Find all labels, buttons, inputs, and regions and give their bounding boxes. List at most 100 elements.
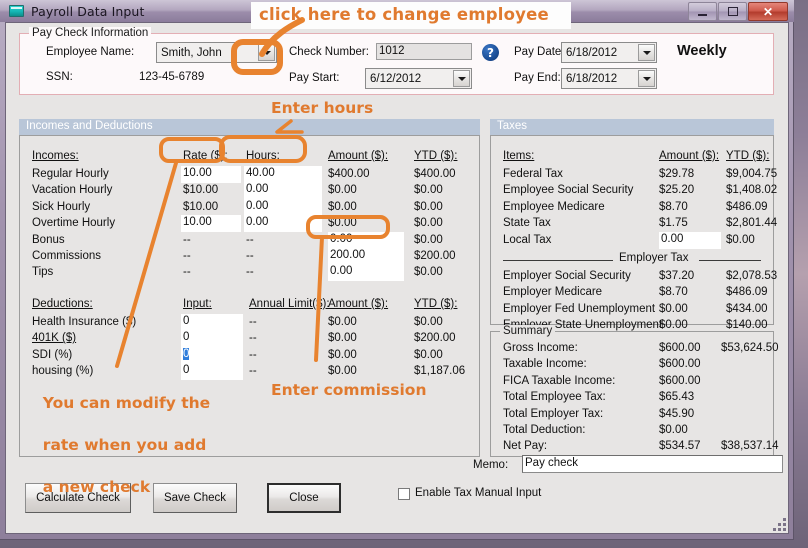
employee-tax-amount-value: $29.78: [659, 168, 694, 180]
deduction-ytd-value: $1,187.06: [414, 365, 465, 377]
incomes-column-header-2: Amount ($):: [328, 150, 388, 162]
check-number-input[interactable]: 1012: [376, 43, 472, 60]
pay-start-datepicker[interactable]: 6/12/2012: [365, 68, 472, 89]
incomes-column-header-0: Rate ($):: [183, 150, 228, 162]
employee-tax-ytd-value: $1,408.02: [726, 184, 777, 196]
summary-ytd-value: $38,537.14: [721, 440, 779, 452]
pay-start-label: Pay Start:: [289, 72, 340, 84]
income-amount-input[interactable]: 0.00: [328, 232, 404, 249]
income-hours-value: 0.00: [246, 216, 268, 228]
check-number-label: Check Number:: [289, 46, 369, 58]
close-button-footer[interactable]: Close: [267, 483, 341, 513]
summary-amount-value: $65.43: [659, 391, 694, 403]
deduction-amount-value: $0.00: [328, 316, 357, 328]
chevron-down-icon[interactable]: [258, 44, 275, 61]
income-hours-input[interactable]: 0.00: [244, 215, 322, 232]
income-rate-value: 10.00: [183, 216, 212, 228]
employer-tax-amount-value: $0.00: [659, 319, 688, 331]
deduction-row-label: Health Insurance ($): [32, 316, 136, 328]
deduction-amount-value: $0.00: [328, 349, 357, 361]
pay-date-label: Pay Date:: [514, 46, 565, 58]
deduction-ytd-value: $0.00: [414, 349, 443, 361]
employee-name-combo[interactable]: Smith, John: [156, 42, 277, 63]
pay-frequency-label: Weekly: [677, 43, 727, 59]
chevron-down-icon[interactable]: [638, 70, 655, 87]
employee-tax-amount-value: $25.20: [659, 184, 694, 196]
income-hours-value: 0.00: [246, 183, 268, 195]
income-hours-input[interactable]: 40.00: [244, 166, 322, 183]
taxes-column-header-0: Amount ($):: [659, 150, 719, 162]
employee-tax-row-label: Employee Social Security: [503, 184, 633, 196]
window-icon: [9, 5, 24, 17]
minimize-button[interactable]: [688, 2, 717, 21]
employee-tax-amount-input[interactable]: 0.00: [659, 232, 721, 249]
income-rate-input[interactable]: 10.00: [181, 166, 241, 183]
employee-name-label: Employee Name:: [46, 46, 134, 58]
deduction-ytd-value: $200.00: [414, 332, 456, 344]
enable-tax-manual-input-checkbox[interactable]: [398, 488, 410, 500]
chevron-down-icon[interactable]: [638, 44, 655, 61]
deduction-input[interactable]: 0: [181, 330, 243, 347]
income-rate-value: 10.00: [183, 167, 212, 179]
income-row-label: Tips: [32, 266, 53, 278]
deductions-column-header-2: Amount ($):: [328, 298, 388, 310]
summary-row-label: Taxable Income:: [503, 358, 587, 370]
income-amount-input[interactable]: 200.00: [328, 248, 404, 265]
income-rate-value: --: [183, 250, 191, 262]
deduction-input[interactable]: 0: [181, 347, 243, 364]
annotation-enter-hours: Enter hours: [271, 99, 373, 117]
memo-value: Pay check: [525, 457, 578, 469]
income-amount-value: 0.00: [330, 265, 352, 277]
employee-tax-row-label: State Tax: [503, 217, 551, 229]
ssn-label: SSN:: [46, 71, 73, 83]
chevron-down-icon[interactable]: [453, 70, 470, 87]
employer-tax-ytd-value: $140.00: [726, 319, 768, 331]
income-hours-input[interactable]: 0.00: [244, 199, 322, 216]
pay-end-datepicker[interactable]: 6/18/2012: [561, 68, 657, 89]
pay-end-label: Pay End:: [514, 72, 561, 84]
pay-date-value: 6/18/2012: [566, 47, 617, 59]
employer-tax-amount-value: $37.20: [659, 270, 694, 282]
resize-grip[interactable]: [772, 517, 786, 531]
employer-tax-ytd-value: $486.09: [726, 286, 768, 298]
summary-row-label: Total Employer Tax:: [503, 408, 603, 420]
summary-legend: Summary: [500, 325, 555, 337]
income-hours-value: --: [246, 250, 254, 262]
summary-row-label: Gross Income:: [503, 342, 578, 354]
pay-start-value: 6/12/2012: [370, 73, 421, 85]
deduction-input[interactable]: 0: [181, 314, 243, 331]
income-rate-input[interactable]: 10.00: [181, 215, 241, 232]
income-ytd-value: $0.00: [414, 266, 443, 278]
memo-input[interactable]: Pay check: [522, 455, 783, 473]
pay-date-datepicker[interactable]: 6/18/2012: [561, 42, 657, 63]
income-amount-value: $0.00: [328, 184, 357, 196]
help-icon[interactable]: ?: [482, 44, 499, 61]
income-ytd-value: $0.00: [414, 234, 443, 246]
employee-name-value: Smith, John: [161, 47, 222, 59]
close-button[interactable]: ✕: [748, 2, 788, 21]
income-amount-input[interactable]: 0.00: [328, 264, 404, 281]
maximize-button[interactable]: [718, 2, 747, 21]
income-hours-input[interactable]: 0.00: [244, 182, 322, 199]
taxes-panel: Items:Amount ($):YTD ($):Federal Tax$29.…: [490, 135, 774, 325]
check-number-value: 1012: [379, 45, 405, 57]
deductions-column-header-3: YTD ($):: [414, 298, 457, 310]
summary-ytd-value: $53,624.50: [721, 342, 779, 354]
incomes-column-label: Incomes:: [32, 150, 79, 162]
summary-group: Summary Gross Income:$600.00$53,624.50Ta…: [490, 331, 774, 457]
income-hours-value: --: [246, 266, 254, 278]
income-amount-value: 0.00: [330, 233, 352, 245]
income-rate-value: --: [183, 266, 191, 278]
income-hours-value: 40.00: [246, 167, 275, 179]
incomes-column-header-1: Hours:: [246, 150, 280, 162]
employer-tax-amount-value: $0.00: [659, 303, 688, 315]
income-ytd-value: $400.00: [414, 168, 456, 180]
income-amount-value: 200.00: [330, 249, 365, 261]
annotation-enter-commission: Enter commission: [271, 381, 426, 399]
annotation-modify-rate: You can modify the rate when you add a n…: [32, 372, 210, 498]
income-amount-value: $0.00: [328, 201, 357, 213]
income-hours-value: 0.00: [246, 200, 268, 212]
deduction-input-value: 0: [183, 331, 189, 343]
employee-tax-row-label: Local Tax: [503, 234, 551, 246]
employee-tax-row-label: Federal Tax: [503, 168, 563, 180]
